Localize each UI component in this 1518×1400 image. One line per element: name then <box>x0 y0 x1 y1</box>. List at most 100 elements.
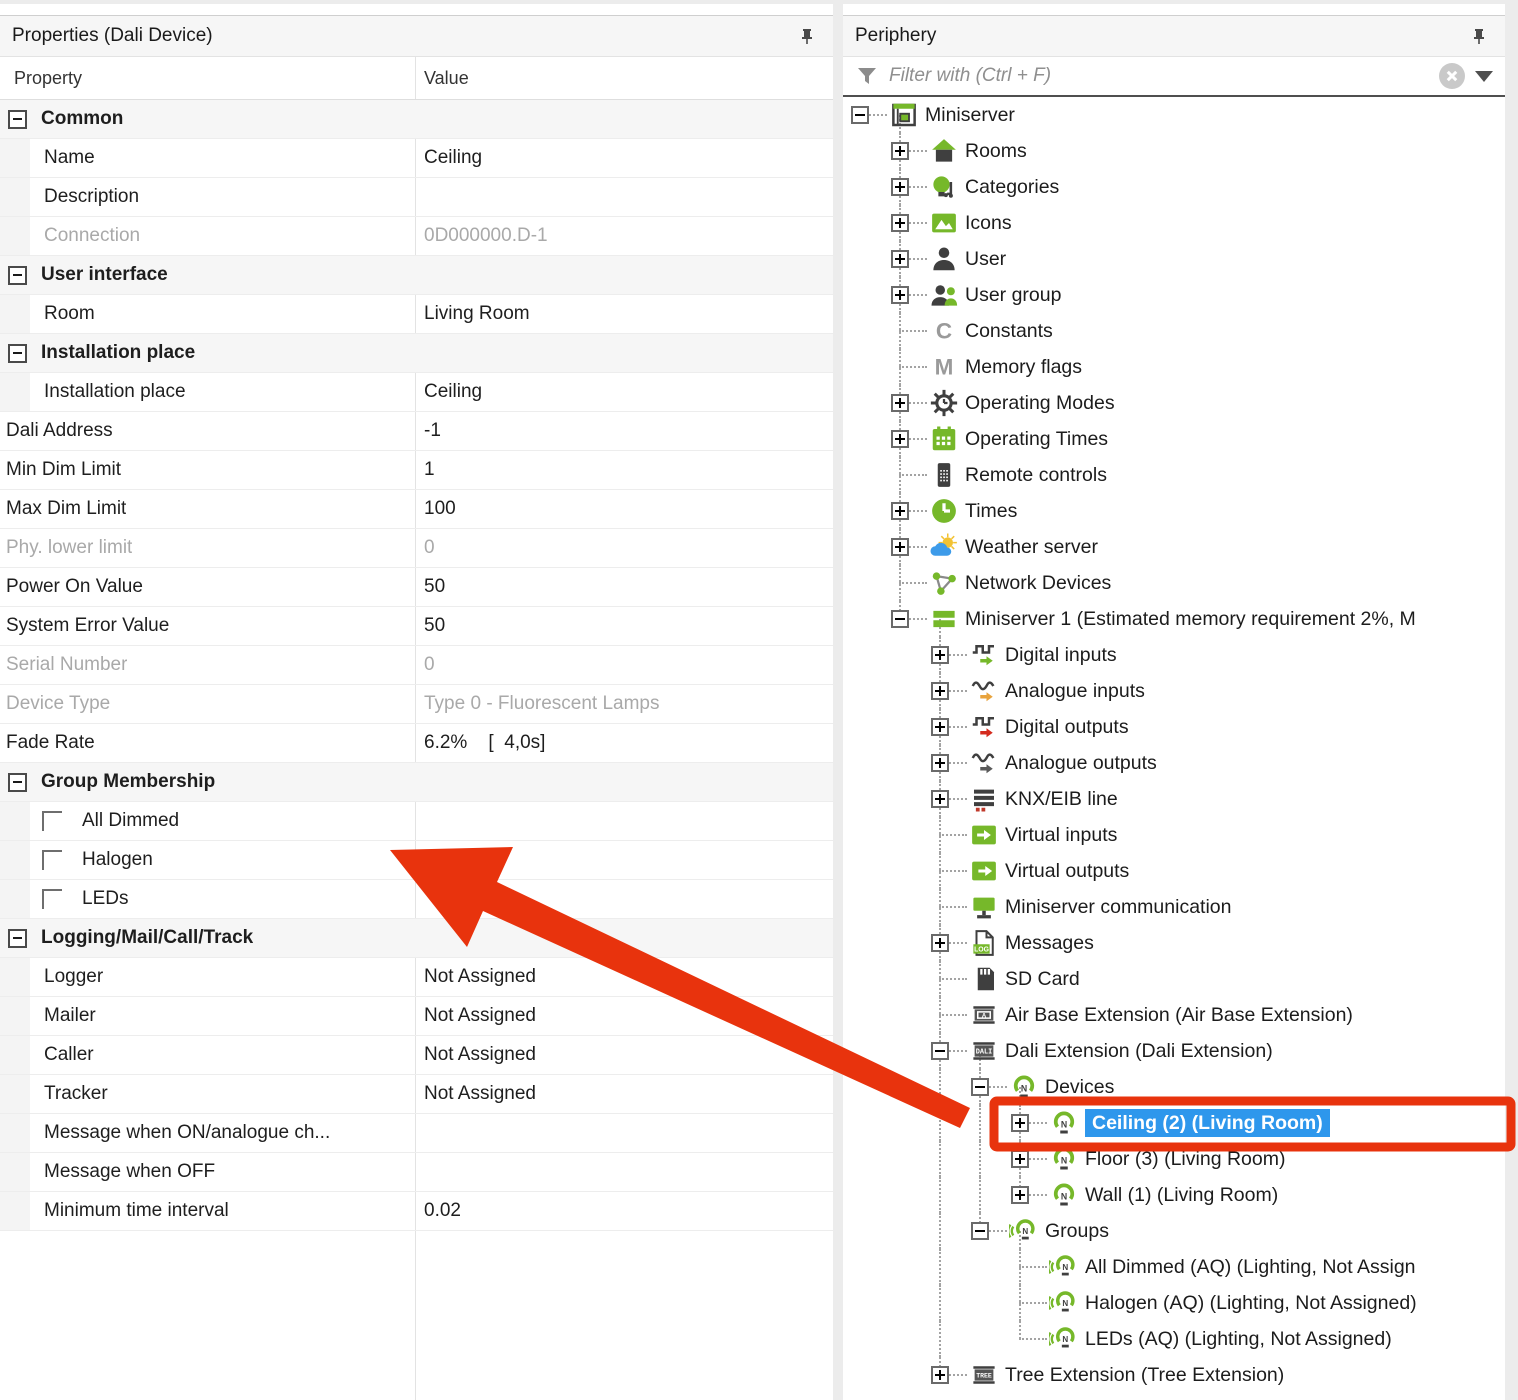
expand-icon[interactable] <box>891 538 909 556</box>
tree-item-wall-1-living-room[interactable]: NWall (1) (Living Room) <box>843 1177 1505 1213</box>
property-row[interactable]: LEDs <box>0 880 833 919</box>
property-column-header[interactable]: Property <box>0 68 415 89</box>
property-row[interactable]: NameCeiling <box>0 139 833 178</box>
collapse-icon[interactable] <box>8 344 27 363</box>
clear-filter-icon[interactable] <box>1439 63 1465 89</box>
collapse-icon[interactable] <box>8 266 27 285</box>
tree-item-label[interactable]: Ceiling (2) (Living Room) <box>1085 1109 1330 1137</box>
expand-icon[interactable] <box>891 430 909 448</box>
collapse-icon[interactable] <box>851 106 869 124</box>
tree-item-label[interactable]: Miniserver <box>925 101 1015 129</box>
property-value[interactable]: 50 <box>424 615 829 637</box>
property-row[interactable]: Fade Rate6.2% [ 4,0s] <box>0 724 833 763</box>
property-row[interactable]: Connection0D000000.D-1 <box>0 217 833 256</box>
tree-item-leds-aq-lighting-not-assigned[interactable]: NLEDs (AQ) (Lighting, Not Assigned) <box>843 1321 1505 1357</box>
expand-icon[interactable] <box>891 502 909 520</box>
group-checkbox[interactable] <box>42 850 62 870</box>
expand-icon[interactable] <box>891 178 909 196</box>
tree-item-label[interactable]: Messages <box>1005 929 1094 957</box>
expand-icon[interactable] <box>1011 1150 1029 1168</box>
tree-item-label[interactable]: Times <box>965 497 1017 525</box>
tree-item-label[interactable]: Devices <box>1045 1073 1114 1101</box>
tree-item-label[interactable]: Halogen (AQ) (Lighting, Not Assigned) <box>1085 1289 1417 1317</box>
tree-item-label[interactable]: Air Base Extension (Air Base Extension) <box>1005 1001 1353 1029</box>
collapse-icon[interactable] <box>931 1042 949 1060</box>
property-row[interactable]: System Error Value50 <box>0 607 833 646</box>
property-value[interactable]: Not Assigned <box>424 1083 829 1105</box>
property-section-row[interactable]: Common <box>0 100 833 139</box>
property-value[interactable]: 6.2% [ 4,0s] <box>424 732 829 754</box>
property-value[interactable]: Living Room <box>424 303 829 325</box>
property-value[interactable]: 0.02 <box>424 1200 829 1222</box>
tree-item-floor-3-living-room[interactable]: NFloor (3) (Living Room) <box>843 1141 1505 1177</box>
property-row[interactable]: RoomLiving Room <box>0 295 833 334</box>
expand-icon[interactable] <box>1011 1186 1029 1204</box>
tree-item-label[interactable]: Analogue outputs <box>1005 749 1157 777</box>
tree-item-messages[interactable]: LOGMessages <box>843 925 1505 961</box>
tree-item-virtual-outputs[interactable]: Virtual outputs <box>843 853 1505 889</box>
tree-item-label[interactable]: Analogue inputs <box>1005 677 1145 705</box>
property-row[interactable]: Message when OFF <box>0 1153 833 1192</box>
property-row[interactable]: Dali Address-1 <box>0 412 833 451</box>
expand-icon[interactable] <box>931 934 949 952</box>
tree-item-label[interactable]: Operating Modes <box>965 389 1115 417</box>
tree-item-label[interactable]: Dali Extension (Dali Extension) <box>1005 1037 1273 1065</box>
collapse-icon[interactable] <box>971 1078 989 1096</box>
tree-item-remote-controls[interactable]: Remote controls <box>843 457 1505 493</box>
tree-item-label[interactable]: Categories <box>965 173 1059 201</box>
property-value[interactable]: Ceiling <box>424 381 829 403</box>
tree-item-memory-flags[interactable]: MMemory flags <box>843 349 1505 385</box>
tree-item-constants[interactable]: CConstants <box>843 313 1505 349</box>
tree-item-miniserver-communication[interactable]: Miniserver communication <box>843 889 1505 925</box>
property-section-row[interactable]: Logging/Mail/Call/Track <box>0 919 833 958</box>
expand-icon[interactable] <box>931 646 949 664</box>
property-row[interactable]: Power On Value50 <box>0 568 833 607</box>
property-value[interactable]: 1 <box>424 459 829 481</box>
expand-icon[interactable] <box>931 754 949 772</box>
tree-item-label[interactable]: Virtual inputs <box>1005 821 1117 849</box>
collapse-icon[interactable] <box>971 1222 989 1240</box>
collapse-icon[interactable] <box>8 929 27 948</box>
property-value[interactable]: 0D000000.D-1 <box>424 225 829 247</box>
expand-icon[interactable] <box>931 718 949 736</box>
property-value[interactable]: -1 <box>424 420 829 442</box>
tree-item-label[interactable]: Miniserver communication <box>1005 893 1232 921</box>
property-row[interactable]: Message when ON/analogue ch... <box>0 1114 833 1153</box>
tree-item-weather-server[interactable]: Weather server <box>843 529 1505 565</box>
tree-item-air-base-extension-air-base-ex[interactable]: AAir Base Extension (Air Base Extension) <box>843 997 1505 1033</box>
tree-item-icons[interactable]: Icons <box>843 205 1505 241</box>
property-row[interactable]: Installation placeCeiling <box>0 373 833 412</box>
property-value[interactable]: Type 0 - Fluorescent Lamps <box>424 693 829 715</box>
tree-item-tree-extension-tree-extension[interactable]: TREETree Extension (Tree Extension) <box>843 1357 1505 1393</box>
dropdown-arrow-icon[interactable] <box>1475 71 1493 82</box>
pin-icon[interactable] <box>1469 26 1489 46</box>
property-row[interactable]: All Dimmed <box>0 802 833 841</box>
pin-icon[interactable] <box>797 26 817 46</box>
expand-icon[interactable] <box>891 142 909 160</box>
property-value[interactable]: 50 <box>424 576 829 598</box>
tree-item-label[interactable]: Network Devices <box>965 569 1111 597</box>
filter-input[interactable]: Filter with (Ctrl + F) <box>879 65 1439 87</box>
tree-item-label[interactable]: Floor (3) (Living Room) <box>1085 1145 1285 1173</box>
tree-item-categories[interactable]: Categories <box>843 169 1505 205</box>
tree-item-virtual-inputs[interactable]: Virtual inputs <box>843 817 1505 853</box>
expand-icon[interactable] <box>891 394 909 412</box>
expand-icon[interactable] <box>891 214 909 232</box>
tree-item-label[interactable]: Remote controls <box>965 461 1107 489</box>
property-row[interactable]: Min Dim Limit1 <box>0 451 833 490</box>
tree-item-label[interactable]: Icons <box>965 209 1012 237</box>
tree-item-label[interactable]: User <box>965 245 1006 273</box>
tree-item-groups[interactable]: NGroups <box>843 1213 1505 1249</box>
collapse-icon[interactable] <box>8 110 27 129</box>
expand-icon[interactable] <box>891 286 909 304</box>
expand-icon[interactable] <box>1011 1114 1029 1132</box>
property-value[interactable]: Not Assigned <box>424 1044 829 1066</box>
property-row[interactable]: Minimum time interval0.02 <box>0 1192 833 1231</box>
tree-item-ceiling-2-living-room[interactable]: NCeiling (2) (Living Room) <box>843 1105 1505 1141</box>
tree-item-label[interactable]: User group <box>965 281 1061 309</box>
tree-item-all-dimmed-aq-lighting-not-ass[interactable]: NAll Dimmed (AQ) (Lighting, Not Assign <box>843 1249 1505 1285</box>
property-section-row[interactable]: Group Membership <box>0 763 833 802</box>
tree-item-digital-inputs[interactable]: Digital inputs <box>843 637 1505 673</box>
tree-item-label[interactable]: LEDs (AQ) (Lighting, Not Assigned) <box>1085 1325 1392 1353</box>
tree-item-analogue-outputs[interactable]: Analogue outputs <box>843 745 1505 781</box>
